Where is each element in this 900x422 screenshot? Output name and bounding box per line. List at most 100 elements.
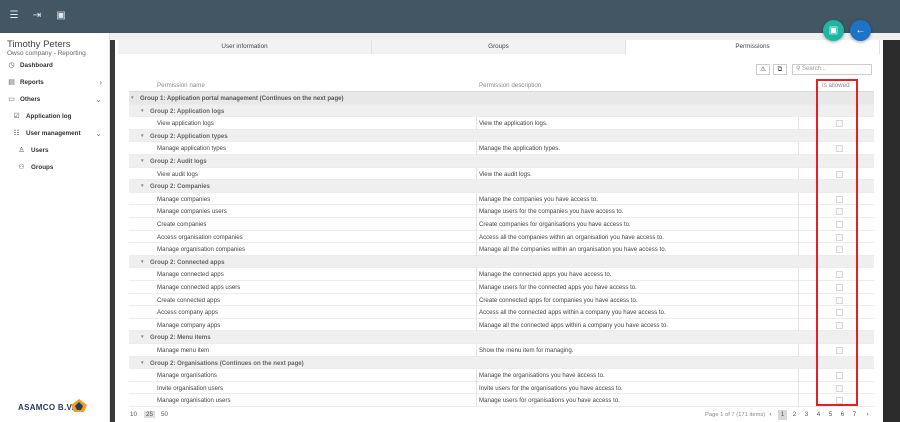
permission-description: Create companies for organisations you h… [479, 221, 631, 228]
clear-filter-button[interactable]: ⚠ [756, 64, 770, 75]
column-divider [476, 243, 477, 256]
group-row[interactable]: ▾ Group 2: Application types [129, 129, 874, 143]
others-icon: ▭ [8, 96, 15, 103]
permission-name: Manage organisation companies [157, 246, 246, 254]
column-divider [798, 230, 799, 244]
collapse-icon[interactable]: ▾ [141, 108, 144, 114]
permission-name: Manage connected apps [157, 271, 224, 279]
sidebar-item-groups[interactable]: ⚇ Groups [0, 161, 110, 175]
page-size-10[interactable]: 10 [130, 411, 137, 418]
column-divider [798, 306, 799, 319]
column-chooser-button[interactable]: ⧉ [773, 64, 787, 75]
group-label: Group 1: Application portal management (… [140, 95, 344, 102]
tab-groups[interactable]: Groups [372, 40, 626, 54]
sidebar-item-label: Others [20, 96, 41, 103]
sidebar-item-users[interactable]: ♙ Users [0, 144, 110, 158]
permission-name: Create companies [157, 221, 207, 228]
permission-name: View application logs [157, 120, 214, 128]
collapse-icon[interactable]: ▾ [131, 95, 134, 101]
permission-name: Manage companies users [157, 208, 227, 216]
table-row: Manage organisations Manage the organisat… [129, 369, 874, 382]
sidebar-item-reports[interactable]: ▤ Reports › [0, 76, 110, 90]
column-divider [476, 205, 477, 218]
column-divider [476, 293, 477, 307]
group-label: Group 2: Audit logs [150, 158, 207, 165]
menu-icon[interactable]: ☰ [8, 10, 20, 22]
page-7-button[interactable]: 7 [850, 410, 859, 420]
column-divider [476, 167, 477, 181]
permission-name: Manage organisation users [157, 397, 231, 405]
group-row[interactable]: ▾ Group 2: Menu items [129, 331, 874, 344]
sidebar-item-user-management[interactable]: ☷ User management ⌄ [0, 127, 110, 141]
collapse-icon[interactable]: ▾ [141, 334, 144, 340]
collapse-icon[interactable]: ▾ [141, 183, 144, 189]
page-4-button[interactable]: 4 [814, 410, 823, 420]
group-row[interactable]: ▾ Group 2: Connected apps [129, 255, 874, 269]
column-divider [798, 369, 799, 382]
search-input[interactable]: ⚲ Search... [792, 64, 872, 75]
column-divider [798, 293, 799, 307]
group-row[interactable]: ▾ Group 1: Application portal management … [129, 92, 874, 105]
page-6-button[interactable]: 6 [838, 410, 847, 420]
backdrop-strip-right [883, 40, 900, 422]
user-icon: ♙ [18, 147, 25, 154]
page-size-25[interactable]: 25 [144, 411, 155, 418]
window-icon[interactable]: ▣ [55, 10, 67, 22]
next-page-button[interactable]: › [863, 410, 872, 420]
column-divider [476, 268, 477, 281]
table-row: View audit logs View the audit logs. [129, 167, 874, 181]
column-header-description[interactable]: Permission description [479, 80, 541, 91]
column-divider [798, 381, 799, 395]
collapse-icon[interactable]: ▾ [141, 360, 144, 366]
permission-name: Manage application types [157, 145, 227, 153]
column-divider [476, 218, 477, 231]
page-3-button[interactable]: 3 [802, 410, 811, 420]
collapse-icon[interactable]: ▾ [141, 133, 144, 139]
table-row: Manage companies users Manage users for t… [129, 205, 874, 218]
permission-description: Manage all the companies within an organ… [479, 246, 667, 254]
user-company: Owso company - Reporting [7, 50, 86, 57]
sidebar-item-others[interactable]: ▭ Others ⌄ [0, 93, 110, 107]
group-label: Group 2: Organisations (Continues on the… [150, 359, 304, 367]
permissions-panel: User information Groups Permissions ⚠ ⧉ … [115, 40, 883, 422]
collapse-icon[interactable]: ▾ [141, 158, 144, 164]
column-divider [476, 394, 477, 407]
group-row[interactable]: ▾ Group 2: Audit logs [129, 155, 874, 168]
collapse-icon[interactable]: ▾ [141, 259, 144, 265]
company-logo: ASAMCO B.V. [18, 403, 74, 412]
sidebar-item-dashboard[interactable]: ◷ Dashboard [0, 59, 110, 73]
page-2-button[interactable]: 2 [790, 410, 799, 420]
prev-page-button[interactable]: ‹ [766, 410, 775, 420]
table-row: Create connected apps Create connected ap… [129, 293, 874, 307]
permission-description: Manage all the connected apps within a c… [479, 321, 669, 329]
permission-name: Manage connected apps users [157, 284, 241, 291]
sidebar-item-label: Reports [20, 79, 44, 86]
column-divider [798, 394, 799, 407]
chevron-right-icon: › [99, 78, 102, 87]
column-divider [476, 369, 477, 382]
logout-icon[interactable]: ⇥ [31, 10, 43, 22]
back-button[interactable]: ← [850, 20, 871, 41]
save-icon: ▣ [828, 25, 839, 36]
group-row[interactable]: ▾ Group 2: Companies [129, 180, 874, 193]
permission-name: Manage company apps [157, 321, 221, 329]
page-1-button[interactable]: 1 [778, 410, 787, 420]
table-row: Manage organisation users Manage users fo… [129, 394, 874, 407]
group-label: Group 2: Application logs [150, 107, 225, 115]
column-divider [476, 281, 477, 294]
column-header-name[interactable]: Permission name [157, 80, 205, 91]
group-row[interactable]: ▾ Group 2: Organisations (Continues on th… [129, 356, 874, 370]
sidebar-item-application-log[interactable]: ☑ Application log [0, 110, 110, 124]
permission-name: Create connected apps [157, 296, 221, 304]
table-row: Manage connected apps users Manage users … [129, 281, 874, 294]
save-button[interactable]: ▣ [823, 20, 844, 41]
column-divider [476, 344, 477, 357]
tab-permissions[interactable]: Permissions [626, 40, 880, 54]
group-row[interactable]: ▾ Group 2: Application logs [129, 104, 874, 118]
column-divider [798, 218, 799, 231]
top-bar: ☰ ⇥ ▣ [0, 0, 900, 33]
page-size-50[interactable]: 50 [161, 411, 168, 418]
page-5-button[interactable]: 5 [826, 410, 835, 420]
tab-user-information[interactable]: User information [118, 40, 372, 54]
chevron-down-icon: ⌄ [95, 129, 102, 138]
